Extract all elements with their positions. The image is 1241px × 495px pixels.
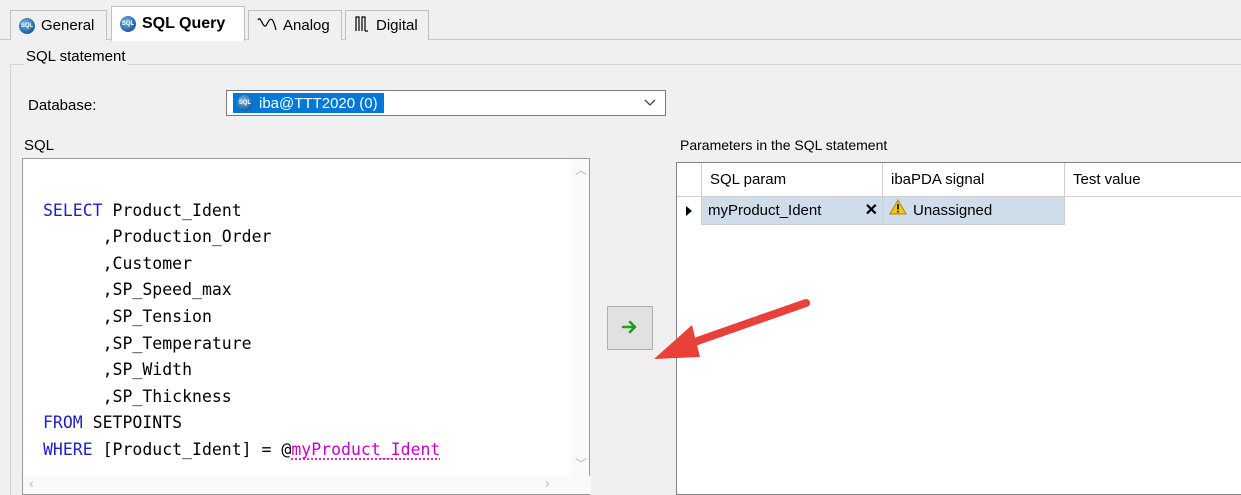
code-line: SELECT Product_Ident xyxy=(43,200,242,220)
database-icon: SQL xyxy=(19,17,35,34)
database-selected: SQL iba@TTT2020 (0) xyxy=(233,93,384,113)
code-line: ,SP_Temperature xyxy=(43,333,252,353)
cell-test-value[interactable] xyxy=(1064,197,1241,225)
code-line: ,SP_Thickness xyxy=(43,386,232,406)
warning-icon xyxy=(889,197,907,225)
chevron-down-icon[interactable] xyxy=(643,93,657,113)
sql-code[interactable]: SELECT Product_Ident ,Production_Order ,… xyxy=(43,171,440,464)
signal-value: Unassigned xyxy=(913,201,993,219)
analog-wave-icon xyxy=(257,16,277,36)
database-icon: SQL xyxy=(120,16,136,32)
transfer-params-button[interactable] xyxy=(607,306,653,350)
tab-digital-label: Digital xyxy=(376,17,418,34)
grid-header: SQL param ibaPDA signal Test value xyxy=(677,163,1241,197)
code-line: WHERE [Product_Ident] = @myProduct_Ident xyxy=(43,439,441,459)
digital-signal-icon xyxy=(354,15,370,37)
code-line: ,SP_Speed_max xyxy=(43,280,232,300)
row-pointer-icon[interactable] xyxy=(677,197,701,225)
sql-label: SQL xyxy=(24,137,55,154)
code-line: FROM SETPOINTS xyxy=(43,413,183,433)
params-label: Parameters in the SQL statement xyxy=(680,137,888,153)
column-header-test-value[interactable]: Test value xyxy=(1064,163,1241,197)
database-value: iba@TTT2020 (0) xyxy=(259,94,378,112)
arrow-right-icon xyxy=(621,319,639,338)
database-label: Database: xyxy=(28,97,97,114)
tab-sql-query[interactable]: SQL SQL Query xyxy=(111,6,245,41)
tab-analog[interactable]: Analog xyxy=(248,10,342,40)
tab-strip: SQL General SQL SQL Query Analog Digital xyxy=(0,0,1241,41)
cell-sql-param[interactable]: myProduct_Ident ✕ xyxy=(701,197,882,225)
code-line: ,SP_Width xyxy=(43,360,193,380)
horizontal-scrollbar[interactable]: ‹ › xyxy=(23,476,591,494)
column-header-sql-param[interactable]: SQL param xyxy=(701,163,882,197)
tab-digital[interactable]: Digital xyxy=(345,10,429,40)
tab-general[interactable]: SQL General xyxy=(10,10,107,40)
code-line: ,Production_Order xyxy=(43,227,272,247)
group-title: SQL statement xyxy=(24,48,128,65)
sql-param-value: myProduct_Ident xyxy=(708,202,822,219)
tab-analog-label: Analog xyxy=(283,17,330,34)
tab-general-label: General xyxy=(41,17,95,34)
vertical-scrollbar[interactable]: ︿ ﹀ xyxy=(571,159,589,477)
scroll-down-icon[interactable]: ﹀ xyxy=(575,455,587,472)
scroll-up-icon[interactable]: ︿ xyxy=(575,161,587,178)
sql-editor[interactable]: SELECT Product_Ident ,Production_Order ,… xyxy=(22,158,591,495)
scroll-right-icon[interactable]: › xyxy=(545,477,550,491)
database-combobox[interactable]: SQL iba@TTT2020 (0) xyxy=(226,90,666,116)
column-header-ibapda-signal[interactable]: ibaPDA signal xyxy=(882,163,1064,197)
code-line: ,Customer xyxy=(43,253,193,273)
params-grid[interactable]: SQL param ibaPDA signal Test value myPro… xyxy=(676,162,1241,495)
sql-query-page: SQL statement Database: SQL iba@TTT2020 … xyxy=(0,40,1241,495)
sql-parameter: myProduct_Ident xyxy=(291,439,441,459)
code-line: ,SP_Tension xyxy=(43,306,212,326)
tab-sql-query-label: SQL Query xyxy=(142,15,226,32)
cell-ibapda-signal[interactable]: Unassigned xyxy=(882,197,1064,225)
database-icon: SQL xyxy=(237,95,253,111)
scroll-left-icon[interactable]: ‹ xyxy=(29,477,34,491)
clear-icon[interactable]: ✕ xyxy=(865,202,878,220)
